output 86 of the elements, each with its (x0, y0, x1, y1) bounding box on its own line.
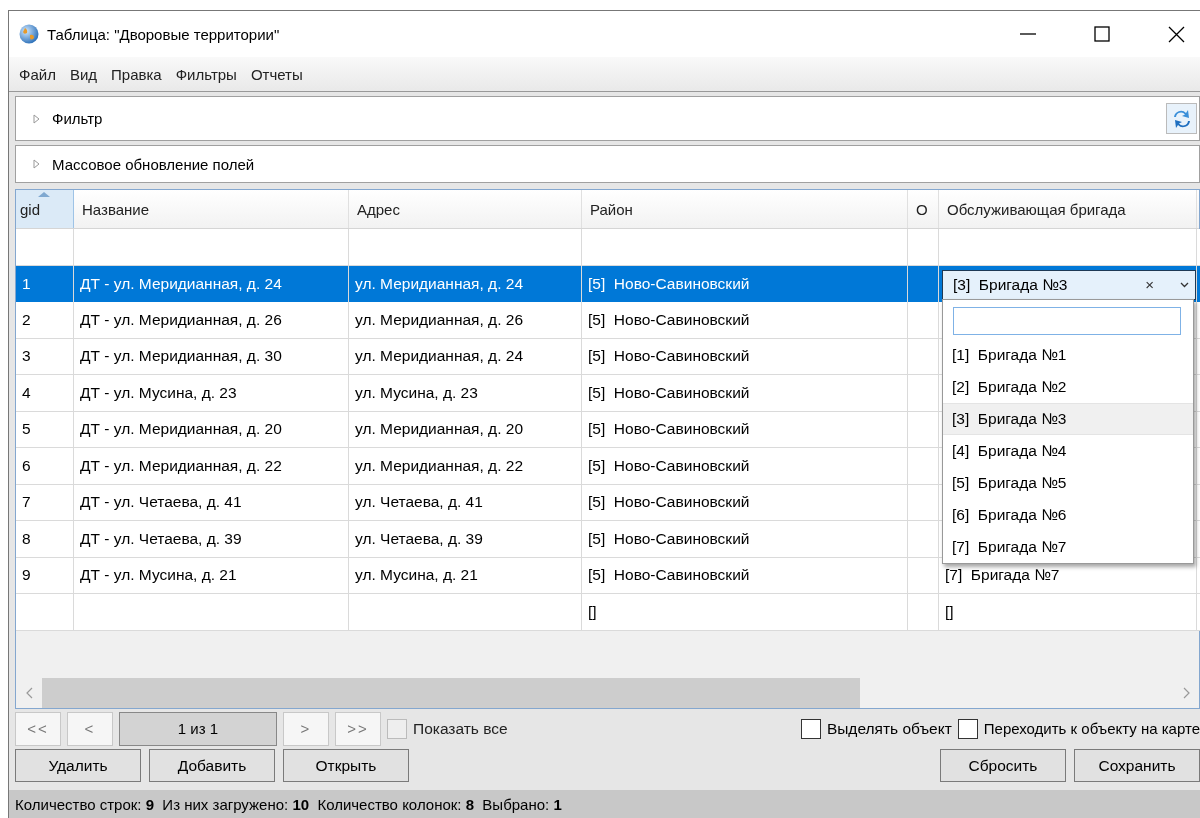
expand-triangle-icon[interactable] (32, 159, 42, 169)
table-cell: [5] Ново-Савиновский (582, 557, 908, 594)
table-cell: 6 (16, 448, 74, 485)
column-header[interactable]: О (908, 190, 939, 228)
globe-icon (19, 24, 39, 44)
table-cell: ДТ - ул. Четаева, д. 39 (74, 521, 349, 558)
table-cell: ДТ - ул. Мусина, д. 21 (74, 557, 349, 594)
scroll-left-icon[interactable] (25, 687, 33, 699)
table-cell: [5] Ново-Савиновский (582, 302, 908, 339)
menu-item[interactable]: Правка (111, 65, 174, 83)
chevron-down-icon[interactable] (1180, 281, 1189, 288)
scrollbar-thumb[interactable] (42, 678, 860, 708)
menu-item[interactable]: Фильтры (175, 65, 249, 83)
table-cell: 4 (16, 375, 74, 412)
table-cell: ул. Меридианная, д. 26 (349, 302, 582, 339)
table-cell: [] (582, 594, 908, 631)
table-row[interactable]: 9 ДТ - ул. Мусина, д. 21 ул. Мусина, д. 21 [5] Ново-Савиновский [7] Бригада №7 (16, 557, 1199, 594)
search-field[interactable] (953, 307, 1181, 335)
table-cell: [] (939, 594, 1197, 631)
table-cell: ул. Четаева, д. 41 (349, 484, 582, 521)
maximize-icon (1094, 26, 1110, 42)
option-checkbox[interactable] (800, 718, 821, 739)
column-header[interactable]: Район (582, 190, 908, 228)
column-header[interactable]: gid (16, 190, 74, 228)
filter-field[interactable] (582, 229, 908, 266)
table-cell: 7 (16, 484, 74, 521)
filter-field[interactable] (908, 229, 939, 266)
table-cell: [5] Ново-Савиновский (582, 448, 908, 485)
action-button[interactable]: Сохранить (1074, 749, 1200, 782)
checkbox-label: Показать все (413, 719, 508, 738)
dropdown-option[interactable]: [1] Бригада №1 (943, 339, 1193, 371)
last-page-button[interactable]: >> (335, 711, 381, 746)
refresh-button[interactable] (1166, 103, 1197, 134)
table-cell: ул. Четаева, д. 39 (349, 521, 582, 558)
table-cell: [5] Ново-Савиновский (582, 338, 908, 375)
menu-item[interactable]: Файл (19, 65, 68, 83)
first-page-button[interactable]: << (15, 711, 61, 746)
table-cell: [5] Ново-Савиновский (582, 375, 908, 412)
filter-field[interactable] (349, 229, 582, 266)
scroll-right-icon[interactable] (1182, 687, 1190, 699)
table-cell: 3 (16, 338, 74, 375)
table-row[interactable]: [] [] (16, 594, 1199, 631)
expand-triangle-icon[interactable] (32, 113, 42, 124)
table-cell: [5] Ново-Савиновский (582, 411, 908, 448)
window-title: Таблица: "Дворовые территории" (47, 25, 281, 43)
table-cell: [5] Ново-Савиновский (582, 484, 908, 521)
table-cell: ДТ - ул. Мусина, д. 23 (74, 375, 349, 412)
table-cell: ДТ - ул. Меридианная, д. 30 (74, 338, 349, 375)
table-cell: ДТ - ул. Меридианная, д. 26 (74, 302, 349, 339)
brigade-combobox[interactable]: [3] Бригада №3 × (942, 269, 1196, 300)
status-bar: Количество строк: 9 Из них загружено: 10 Количество колонок: 8 Выбрано: 1 (9, 790, 1200, 818)
column-header[interactable]: Обслуживающая бригада (939, 190, 1197, 228)
dropdown-option[interactable]: [3] Бригада №3 (943, 403, 1193, 435)
page-indicator: 1 из 1 (119, 711, 277, 746)
filter-field[interactable] (939, 229, 1197, 266)
table-cell: ул. Меридианная, д. 22 (349, 448, 582, 485)
table-cell: ул. Меридианная, д. 20 (349, 411, 582, 448)
action-button[interactable]: Открыть (283, 749, 409, 782)
option-checkbox[interactable] (957, 718, 978, 739)
column-header[interactable]: Название (74, 190, 349, 228)
checkbox-label: Переходить к объекту на карте (983, 720, 1200, 737)
action-button[interactable]: Сбросить (940, 749, 1066, 782)
menu-item[interactable]: Отчеты (250, 65, 315, 83)
table-cell: 5 (16, 411, 74, 448)
next-page-button[interactable]: > (283, 711, 329, 746)
table-cell: ул. Мусина, д. 21 (349, 557, 582, 594)
table-cell: ул. Меридианная, д. 24 (349, 338, 582, 375)
table-cell: 2 (16, 302, 74, 339)
filter-field[interactable] (16, 229, 74, 266)
combobox-value: [3] Бригада №3 (953, 275, 1069, 294)
table-cell: 9 (16, 557, 74, 594)
clear-button[interactable]: × (1145, 276, 1154, 293)
table-cell: ул. Мусина, д. 23 (349, 375, 582, 412)
table-cell: 8 (16, 521, 74, 558)
action-button[interactable]: Добавить (149, 749, 275, 782)
table-cell: ДТ - ул. Меридианная, д. 20 (74, 411, 349, 448)
filter-field[interactable] (74, 229, 349, 266)
action-button[interactable]: Удалить (15, 749, 141, 782)
table-cell: ДТ - ул. Четаева, д. 41 (74, 484, 349, 521)
column-header[interactable]: Адрес (349, 190, 582, 228)
menu-item[interactable]: Вид (69, 65, 110, 83)
table-cell: [5] Ново-Савиновский (582, 521, 908, 558)
close-icon (1167, 25, 1185, 43)
table-cell: ДТ - ул. Меридианная, д. 22 (74, 448, 349, 485)
previous-page-button[interactable]: < (67, 711, 113, 746)
checkbox-label: Выделять объект (826, 719, 952, 738)
